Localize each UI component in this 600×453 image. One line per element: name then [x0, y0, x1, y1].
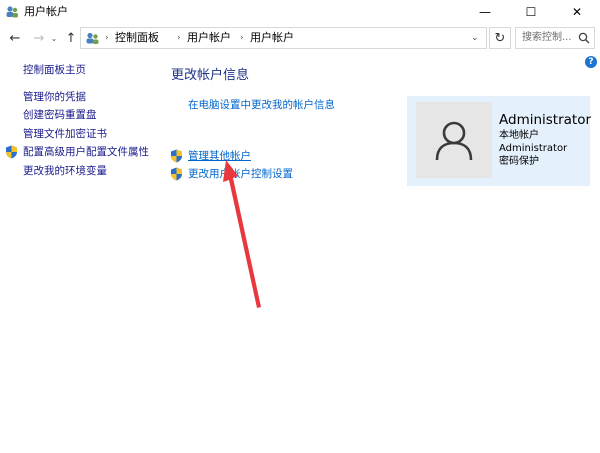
arrow-up-icon: ↑ — [65, 30, 77, 46]
account-card: Administrator 本地帐户 Administrator 密码保护 — [407, 96, 592, 186]
account-group: Administrator — [499, 143, 568, 154]
minimize-icon: — — [479, 5, 491, 19]
breadcrumb-separator: › — [240, 33, 244, 43]
breadcrumb-separator: › — [177, 33, 181, 43]
uac-shield-icon — [171, 167, 182, 181]
user-accounts-location-icon — [86, 32, 99, 44]
search-icon[interactable] — [578, 32, 590, 44]
close-icon: ✕ — [571, 5, 583, 19]
account-name: Administrator — [499, 112, 592, 128]
change-account-in-pc-settings-link[interactable]: 在电脑设置中更改我的帐户信息 — [188, 98, 335, 112]
breadcrumb-user-accounts[interactable]: 用户帐户 — [187, 31, 231, 45]
breadcrumb-separator: › — [105, 33, 109, 43]
close-button[interactable]: ✕ — [554, 0, 600, 24]
minimize-button[interactable]: — — [462, 0, 508, 24]
change-uac-settings-link[interactable]: 更改用户帐户控制设置 — [188, 167, 293, 181]
chevron-down-icon: ⌄ — [50, 33, 58, 43]
breadcrumb-control-panel[interactable]: 控制面板 — [115, 31, 159, 45]
help-icon[interactable]: ? — [585, 56, 597, 68]
refresh-icon: ↻ — [494, 30, 506, 46]
uac-shield-icon — [6, 145, 17, 159]
user-accounts-app-icon — [6, 6, 18, 18]
title-bar: 用户帐户 — ☐ ✕ — [0, 0, 600, 24]
avatar — [416, 102, 492, 178]
back-button[interactable]: ← — [6, 28, 24, 48]
sidebar-item-file-encryption-certificates[interactable]: 管理文件加密证书 — [23, 127, 107, 141]
sidebar-item-environment-variables[interactable]: 更改我的环境变量 — [23, 164, 107, 178]
manage-other-accounts-link[interactable]: 管理其他帐户 — [188, 149, 251, 163]
search-placeholder: 搜索控制... — [522, 32, 572, 43]
refresh-button[interactable]: ↻ — [489, 27, 511, 49]
address-bar[interactable]: › 控制面板 › 用户帐户 › 用户帐户 ⌄ — [80, 27, 487, 49]
account-password-status: 密码保护 — [499, 156, 539, 167]
address-dropdown-icon[interactable]: ⌄ — [471, 31, 479, 45]
breadcrumb-user-accounts-current[interactable]: 用户帐户 — [250, 31, 294, 45]
recent-locations-button[interactable]: ⌄ — [48, 28, 60, 48]
sidebar-item-manage-credentials[interactable]: 管理你的凭据 — [23, 90, 86, 104]
navigation-bar: ← → ⌄ ↑ › 控制面板 › 用户帐户 › 用户帐户 ⌄ ↻ 搜索控制... — [0, 24, 600, 52]
up-button[interactable]: ↑ — [62, 28, 80, 48]
arrow-right-icon: → — [33, 30, 45, 46]
forward-button[interactable]: → — [30, 28, 48, 48]
window-title: 用户帐户 — [24, 5, 68, 18]
maximize-icon: ☐ — [525, 5, 537, 19]
search-input[interactable]: 搜索控制... — [515, 27, 595, 49]
sidebar-item-control-panel-home[interactable]: 控制面板主页 — [23, 63, 86, 77]
arrow-left-icon: ← — [9, 30, 21, 46]
maximize-button[interactable]: ☐ — [508, 0, 554, 24]
annotation-arrow-icon — [223, 160, 261, 308]
uac-shield-icon — [171, 149, 182, 163]
account-type: 本地帐户 — [499, 130, 539, 141]
sidebar-item-password-reset-disk[interactable]: 创建密码重置盘 — [23, 108, 97, 122]
sidebar-item-advanced-profile-properties[interactable]: 配置高级用户配置文件属性 — [23, 145, 149, 159]
user-silhouette-icon — [435, 121, 473, 161]
page-title: 更改帐户信息 — [171, 68, 250, 83]
